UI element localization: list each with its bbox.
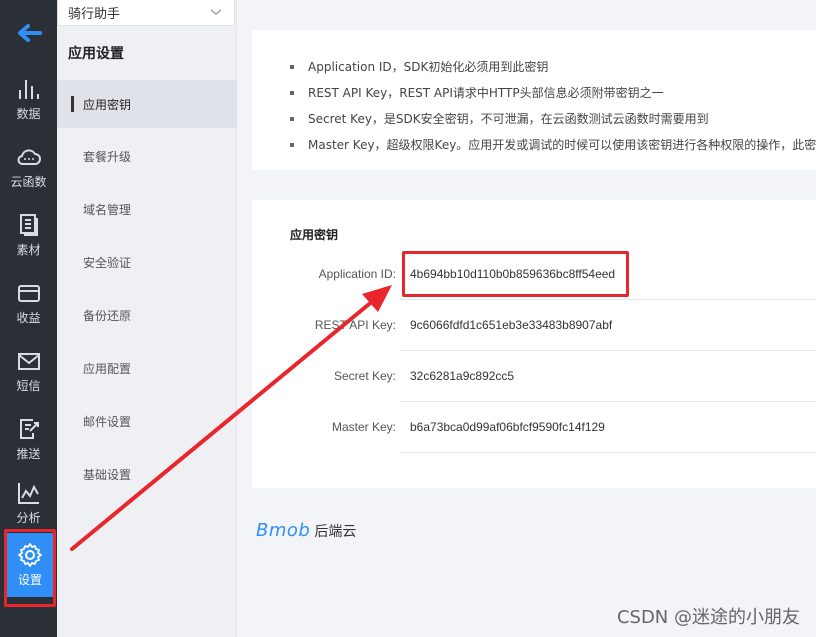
rail-item-label: 短信	[16, 379, 41, 393]
rail-item-revenue[interactable]: 收益	[0, 270, 57, 336]
chevron-down-icon	[210, 9, 222, 15]
sidebar-item-label: 安全验证	[83, 255, 132, 270]
rail-item-label: 数据	[16, 107, 41, 121]
list-item: Application ID，SDK初始化必须用到此密钥	[290, 58, 816, 84]
line-chart-icon	[17, 483, 39, 504]
sidebar-item-app-keys[interactable]: 应用密钥	[57, 80, 237, 128]
card-icon	[17, 285, 40, 302]
watermark: CSDN @迷途的小朋友	[616, 607, 800, 628]
key-row-rest-api-key: REST API Key: 9c6066fdfd1c651eb3e33483b8…	[252, 300, 816, 351]
brand-footer: Bmob 后端云	[256, 520, 356, 541]
rail-item-push[interactable]: 推送	[0, 406, 57, 472]
sidebar-item-label: 邮件设置	[83, 414, 132, 429]
list-item: Master Key，超级权限Key。应用开发或调试的时候可以使用该密钥进行各种…	[290, 136, 816, 162]
annotation-box-application-id	[402, 251, 629, 297]
rail-item-label: 收益	[16, 311, 41, 325]
key-value[interactable]: b6a73bca0d99af06bfcf9590fc14f129	[410, 420, 605, 434]
sidebar-item-plan-upgrade[interactable]: 套餐升级	[57, 132, 237, 180]
key-label: Application ID:	[318, 267, 396, 281]
key-label: REST API Key:	[314, 318, 396, 332]
rail-item-label: 分析	[16, 511, 41, 525]
sidebar-item-label: 备份还原	[83, 308, 132, 323]
divider	[400, 452, 816, 453]
key-row-master-key: Master Key: b6a73bca0d99af06bfcf9590fc14…	[252, 402, 816, 453]
bmob-logo: Bmob	[256, 520, 311, 541]
sidebar-item-basic[interactable]: 基础设置	[57, 450, 237, 498]
key-descriptions: Application ID，SDK初始化必须用到此密钥 REST API Ke…	[290, 58, 816, 162]
key-label: Master Key:	[331, 420, 396, 434]
key-label: Secret Key:	[333, 369, 396, 383]
key-value[interactable]: 32c6281a9c892cc5	[410, 369, 514, 383]
cloud-icon	[17, 149, 41, 165]
settings-sidebar: 骑行助手 应用设置 应用密钥 套餐升级 域名管理 安全验证 备份还原 应用配置 …	[57, 0, 237, 637]
rail-item-cloud-functions[interactable]: 云函数	[0, 134, 57, 200]
keys-title: 应用密钥	[290, 228, 339, 242]
rail-item-materials[interactable]: 素材	[0, 202, 57, 268]
main-content: Application ID，SDK初始化必须用到此密钥 REST API Ke…	[238, 0, 816, 637]
mail-icon	[17, 353, 40, 370]
info-card: Application ID，SDK初始化必须用到此密钥 REST API Ke…	[252, 30, 816, 170]
push-icon	[19, 419, 39, 439]
app-selector-value: 骑行助手	[68, 7, 121, 22]
rail-item-label: 素材	[16, 243, 41, 257]
brand-text: 后端云	[314, 524, 357, 540]
rail-item-analytics[interactable]: 分析	[0, 470, 57, 536]
key-value[interactable]: 9c6066fdfd1c651eb3e33483b8907abf	[410, 318, 612, 332]
rail-item-data[interactable]: 数据	[0, 66, 57, 132]
sidebar-item-app-config[interactable]: 应用配置	[57, 344, 237, 392]
sidebar-item-label: 基础设置	[83, 467, 132, 482]
sidebar-item-backup[interactable]: 备份还原	[57, 291, 237, 339]
document-icon	[19, 214, 38, 236]
sidebar-item-label: 应用配置	[83, 361, 132, 376]
list-item: REST API Key，REST API请求中HTTP头部信息必须附带密钥之一	[290, 84, 816, 110]
sidebar-item-domain[interactable]: 域名管理	[57, 185, 237, 233]
sidebar-item-security[interactable]: 安全验证	[57, 238, 237, 286]
annotation-box-settings	[4, 529, 56, 607]
rail-item-label: 云函数	[10, 175, 47, 189]
back-arrow-icon	[17, 24, 42, 42]
sidebar-item-label: 域名管理	[83, 202, 132, 217]
app-selector[interactable]: 骑行助手	[57, 0, 235, 26]
rail-item-sms[interactable]: 短信	[0, 338, 57, 404]
rail-item-label: 推送	[16, 447, 41, 461]
back-button[interactable]	[0, 14, 57, 52]
key-row-secret-key: Secret Key: 32c6281a9c892cc5	[252, 351, 816, 402]
sidebar-item-label: 应用密钥	[83, 97, 132, 112]
keys-card: 应用密钥 Application ID: 4b694bb10d110b0b859…	[252, 200, 816, 488]
sidebar-title: 应用设置	[68, 46, 124, 62]
bar-chart-icon	[18, 80, 39, 99]
sidebar-item-email[interactable]: 邮件设置	[57, 397, 237, 445]
sidebar-item-label: 套餐升级	[83, 149, 132, 164]
list-item: Secret Key，是SDK安全密钥，不可泄漏，在云函数测试云函数时需要用到	[290, 110, 816, 136]
